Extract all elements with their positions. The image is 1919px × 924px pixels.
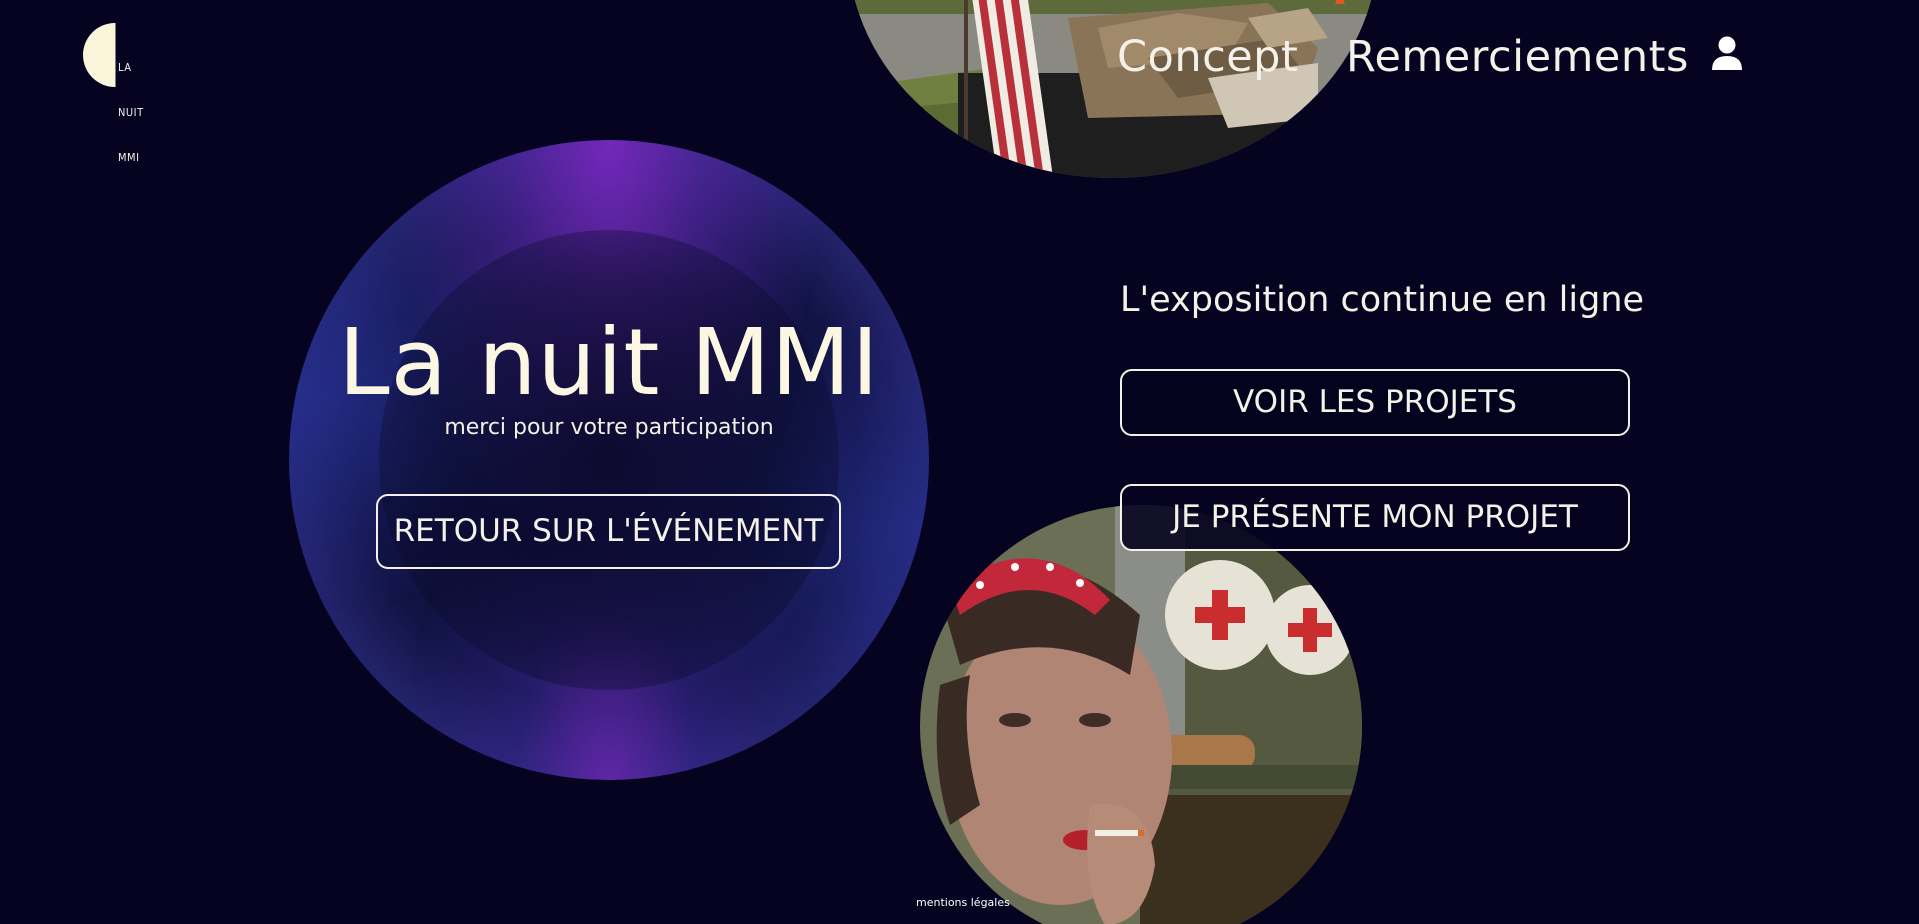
nav-link-remerciements[interactable]: Remerciements — [1346, 32, 1689, 82]
legal-notice-link[interactable]: mentions légales — [916, 896, 1010, 910]
hero-subtitle: merci pour votre participation — [444, 415, 774, 440]
logo-line: NUIT — [118, 106, 144, 119]
photo-woman-portrait — [920, 505, 1362, 924]
submit-project-button[interactable]: JE PRÉSENTE MON PROJET — [1120, 484, 1630, 551]
site-logo[interactable]: LA NUIT MMI — [80, 20, 152, 164]
nav-link-concept[interactable]: Concept — [1117, 32, 1298, 82]
logo-line: LA — [118, 61, 132, 74]
online-exhibition-heading: L'exposition continue en ligne — [1120, 280, 1645, 320]
half-moon-icon — [83, 23, 115, 87]
view-projects-button[interactable]: VOIR LES PROJETS — [1120, 369, 1630, 436]
hero-title: La nuit MMI — [338, 309, 880, 416]
page: LA NUIT MMI Concept Remerciements La nui… — [0, 0, 1919, 924]
user-icon[interactable] — [1710, 36, 1744, 74]
logo-line: MMI — [118, 151, 140, 164]
logo-wordmark: LA NUIT MMI — [118, 30, 144, 195]
hero-gradient-orb — [289, 140, 929, 780]
event-recap-button[interactable]: RETOUR SUR L'ÉVÉNEMENT — [376, 494, 841, 569]
photo-flag-truck — [848, 0, 1378, 178]
